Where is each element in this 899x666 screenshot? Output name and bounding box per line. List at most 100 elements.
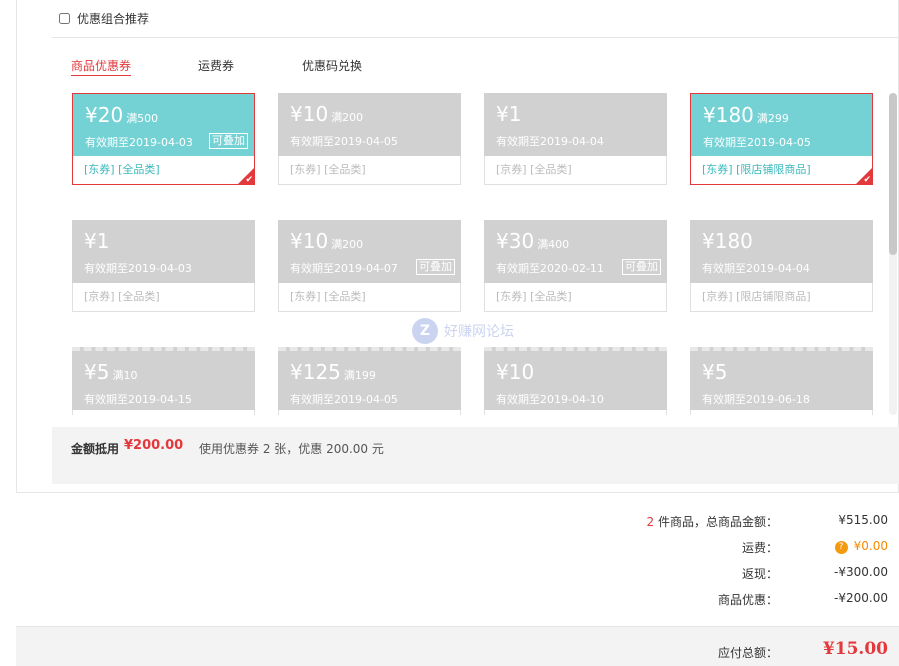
coupon-amount: ¥180 — [702, 229, 753, 253]
coupon-scope: [东券] [全品类] — [278, 156, 461, 185]
coupon-amount: ¥180 满299 — [703, 103, 789, 127]
shipping-label: 运费： — [741, 541, 778, 555]
coupon-value: ¥10 — [496, 360, 535, 384]
total-row-discount: 商品优惠： -¥200.00 — [488, 591, 888, 617]
coupon-card[interactable]: ¥1 有效期至2019-04-04 [京券] [全品类] — [484, 93, 667, 185]
coupon-stackable-badge: 可叠加 — [622, 259, 661, 275]
coupon-threshold: 满400 — [537, 238, 570, 251]
coupon-stackable-badge: 可叠加 — [209, 133, 248, 149]
coupon-summary: 金额抵用 ¥200.00 使用优惠券 2 张，优惠 200.00 元 — [52, 427, 899, 484]
coupon-value: ¥1 — [496, 102, 522, 126]
coupon-face: ¥10 满200 有效期至2019-04-07 可叠加 — [278, 220, 461, 283]
tab-shipping-coupons[interactable]: 运费券 — [198, 57, 234, 74]
coupon-face: ¥180 有效期至2019-04-04 — [690, 220, 873, 283]
coupon-face: ¥180 满299 有效期至2019-04-05 — [690, 93, 873, 156]
coupon-expiry: 有效期至2019-04-03 — [84, 262, 192, 275]
coupon-expiry: 有效期至2019-04-03 — [85, 136, 193, 149]
coupon-expiry: 有效期至2019-04-04 — [496, 135, 604, 148]
coupon-expiry: 有效期至2019-04-07 — [290, 262, 398, 275]
coupon-scope: [东券] [全品类] — [72, 156, 255, 185]
coupon-scope — [484, 410, 667, 415]
discount-label: 商品优惠： — [717, 593, 778, 607]
coupon-scope: [京券] [全品类] — [484, 156, 667, 185]
shipping-value: ¥0.00 — [853, 539, 888, 553]
order-totals: 2 件商品，总商品金额： ¥515.00 运费： ? ¥0.00 返现： -¥30… — [488, 513, 888, 617]
coupon-scope: [东券] [限店铺限商品] — [690, 156, 873, 185]
coupon-card[interactable]: ¥10 满200 有效期至2019-04-07 可叠加 [东券] [全品类] — [278, 220, 461, 312]
coupon-card[interactable]: ¥5 满10 有效期至2019-04-15 — [72, 347, 255, 415]
coupon-face: ¥10 有效期至2019-04-10 — [484, 347, 667, 410]
coupon-card[interactable]: ¥20 满500 有效期至2019-04-03 可叠加 [东券] [全品类] ✔ — [72, 93, 255, 185]
payable-bar: 应付总额： ¥15.00 — [16, 626, 899, 666]
summary-description: 使用优惠券 2 张，优惠 200.00 元 — [199, 442, 384, 456]
tab-product-coupons[interactable]: 商品优惠券 — [71, 57, 132, 76]
cashback-label: 返现： — [741, 567, 778, 581]
coupon-value: ¥10 — [290, 229, 329, 253]
coupon-card[interactable]: ¥125 满199 有效期至2019-04-05 — [278, 347, 461, 415]
coupon-scope — [690, 410, 873, 415]
coupon-card[interactable]: ¥10 有效期至2019-04-10 — [484, 347, 667, 415]
summary-amount: ¥200.00 — [124, 438, 184, 453]
combo-recommend-label: 优惠组合推荐 — [77, 12, 150, 26]
watermark-text: 好赚网论坛 — [444, 324, 514, 340]
coupon-expiry: 有效期至2019-04-05 — [703, 136, 811, 149]
coupon-face: ¥30 满400 有效期至2020-02-11 可叠加 — [484, 220, 667, 283]
coupon-value: ¥30 — [496, 229, 535, 253]
coupon-scope: [京券] [限店铺限商品] — [690, 283, 873, 312]
coupon-scope: [东券] [全品类] — [484, 283, 667, 312]
discount-value: -¥200.00 — [834, 591, 888, 605]
coupon-expiry: 有效期至2019-04-10 — [496, 393, 604, 406]
coupon-scope: [东券] [全品类] — [278, 283, 461, 312]
coupon-amount: ¥5 满10 — [84, 360, 137, 384]
coupon-card[interactable]: ¥1 有效期至2019-04-03 [京券] [全品类] — [72, 220, 255, 312]
coupon-face: ¥1 有效期至2019-04-03 — [72, 220, 255, 283]
coupon-value: ¥20 — [85, 103, 124, 127]
coupon-expiry: 有效期至2019-04-04 — [702, 262, 810, 275]
coupon-amount: ¥10 满200 — [290, 102, 363, 126]
coupon-scope: [京券] [全品类] — [72, 283, 255, 312]
total-row-items: 2 件商品，总商品金额： ¥515.00 — [488, 513, 888, 539]
coupon-card[interactable]: ¥180 有效期至2019-04-04 [京券] [限店铺限商品] — [690, 220, 873, 312]
coupon-value: ¥5 — [702, 360, 728, 384]
total-row-cashback: 返现： -¥300.00 — [488, 565, 888, 591]
combo-recommend-checkbox[interactable] — [59, 13, 70, 24]
coupon-value: ¥5 — [84, 360, 110, 384]
coupon-card[interactable]: ¥30 满400 有效期至2020-02-11 可叠加 [东券] [全品类] — [484, 220, 667, 312]
combo-recommend-option[interactable]: 优惠组合推荐 — [59, 10, 149, 27]
coupon-expiry: 有效期至2020-02-11 — [496, 262, 604, 275]
coupon-amount: ¥30 满400 — [496, 229, 569, 253]
coupon-threshold: 满500 — [126, 112, 159, 125]
coupon-value: ¥180 — [702, 229, 753, 253]
coupon-card[interactable]: ¥5 有效期至2019-06-18 — [690, 347, 873, 415]
coupon-amount: ¥5 — [702, 360, 727, 384]
coupon-scope — [72, 410, 255, 415]
summary-label: 金额抵用 — [71, 442, 120, 456]
coupon-card[interactable]: ¥180 满299 有效期至2019-04-05 [东券] [限店铺限商品] ✔ — [690, 93, 873, 185]
coupon-face: ¥125 满199 有效期至2019-04-05 — [278, 347, 461, 410]
coupon-expiry: 有效期至2019-04-05 — [290, 135, 398, 148]
items-label: 件商品，总商品金额： — [657, 515, 778, 529]
coupon-card[interactable]: ¥10 满200 有效期至2019-04-05 [东券] [全品类] — [278, 93, 461, 185]
coupon-panel: 优惠组合推荐 商品优惠券 运费券 优惠码兑换 ¥20 满500 有效期至2019-0… — [16, 0, 899, 493]
coupon-grid: ¥20 满500 有效期至2019-04-03 可叠加 [东券] [全品类] ✔ ¥10 满2… — [52, 93, 899, 415]
payable-label: 应付总额： — [717, 646, 778, 660]
coupon-face: ¥10 满200 有效期至2019-04-05 — [278, 93, 461, 156]
coupon-value: ¥125 — [290, 360, 341, 384]
items-value: ¥515.00 — [838, 513, 888, 527]
coupon-expiry: 有效期至2019-04-05 — [290, 393, 398, 406]
coupon-scope — [278, 410, 461, 415]
coupon-value: ¥10 — [290, 102, 329, 126]
tab-promo-code[interactable]: 优惠码兑换 — [302, 57, 362, 74]
total-row-shipping: 运费： ? ¥0.00 — [488, 539, 888, 565]
coupon-amount: ¥1 — [84, 229, 109, 253]
payable-value: ¥15.00 — [822, 639, 888, 659]
coupon-threshold: 满10 — [112, 369, 138, 382]
coupon-box: 商品优惠券 运费券 优惠码兑换 ¥20 满500 有效期至2019-04-03 可叠加… — [52, 37, 899, 484]
watermark-logo-icon: Z — [412, 318, 438, 344]
shipping-help-icon[interactable]: ? — [834, 541, 848, 554]
coupon-threshold: 满199 — [343, 369, 376, 382]
coupon-threshold: 满200 — [331, 111, 364, 124]
coupon-expiry: 有效期至2019-06-18 — [702, 393, 810, 406]
coupon-scroll-thumb[interactable] — [889, 93, 897, 255]
coupon-face: ¥1 有效期至2019-04-04 — [484, 93, 667, 156]
